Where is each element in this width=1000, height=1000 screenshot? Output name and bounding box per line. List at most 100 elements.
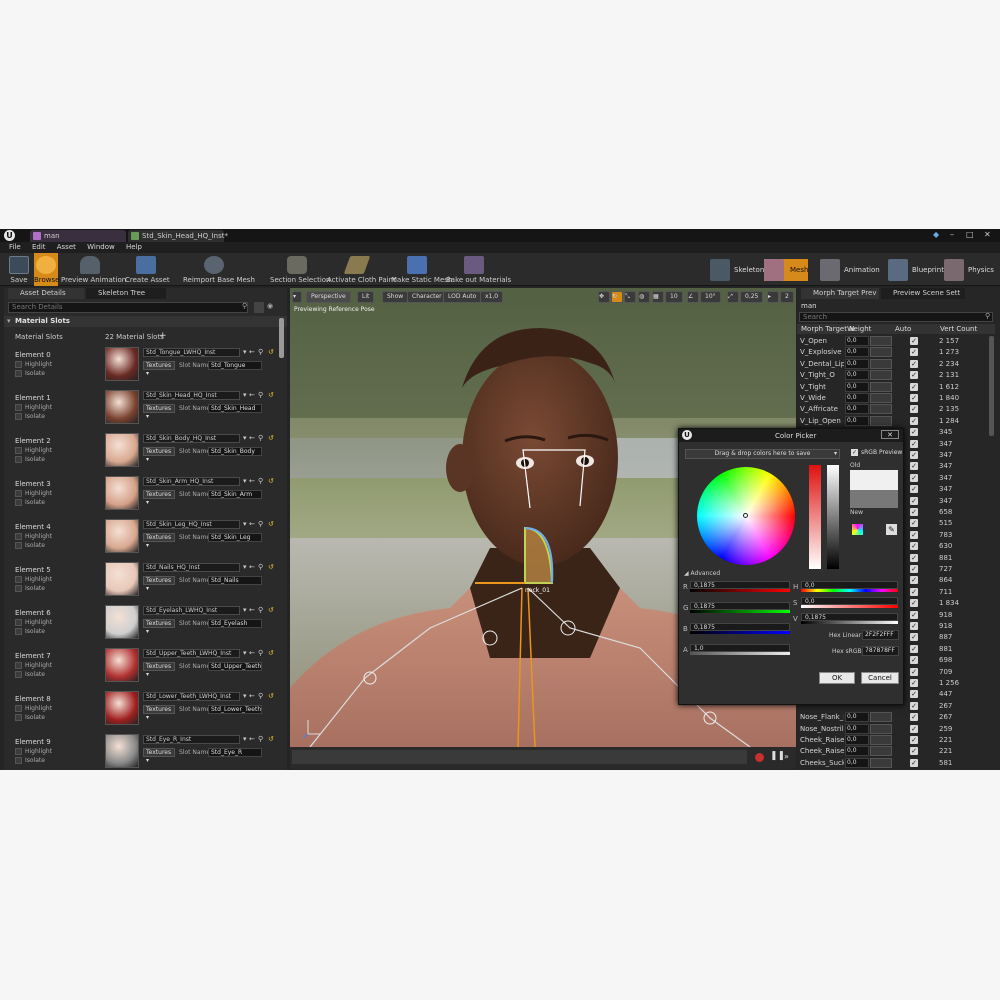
slot-name-input[interactable]: Std_Skin_Arm xyxy=(208,490,262,499)
pause-icon[interactable]: ❚❚ xyxy=(770,751,785,761)
menu-help[interactable]: Help xyxy=(126,243,142,251)
weight-slider[interactable] xyxy=(870,735,892,745)
chevron-down-icon[interactable]: ▾ xyxy=(243,477,247,485)
chevron-down-icon[interactable]: ▾ xyxy=(243,348,247,356)
hue-value-input[interactable]: 0,0 xyxy=(801,581,898,589)
auto-checkbox[interactable]: ✓ xyxy=(910,622,918,630)
auto-checkbox[interactable]: ✓ xyxy=(910,690,918,699)
auto-checkbox[interactable]: ✓ xyxy=(910,747,918,756)
menu-edit[interactable]: Edit xyxy=(32,243,46,251)
reset-icon[interactable]: ↺ xyxy=(268,735,274,743)
hue-channel[interactable]: H 0,0 xyxy=(793,581,899,593)
eye-icon[interactable]: ◉ xyxy=(267,302,273,310)
material-thumbnail[interactable] xyxy=(105,347,139,381)
lit-button[interactable]: Lit xyxy=(357,291,375,303)
morph-target-row[interactable]: Nose_Flank_R 0,0 ✓ 267 xyxy=(797,712,995,723)
scale-snap-icon[interactable]: ⤢ xyxy=(727,291,739,303)
close-icon[interactable]: ✕ xyxy=(984,230,991,239)
mode-animation[interactable]: Animation xyxy=(820,259,880,281)
weight-input[interactable]: 0,0 xyxy=(845,735,869,745)
morph-target-row[interactable]: V_Tight 0,0 ✓ 1 612 xyxy=(797,381,995,393)
textures-dropdown[interactable]: Textures ▾ xyxy=(143,361,175,377)
isolate-checkbox[interactable] xyxy=(15,456,22,463)
value-value-input[interactable]: 0,1875 xyxy=(801,613,898,621)
textures-dropdown[interactable]: Textures ▾ xyxy=(143,490,175,506)
auto-checkbox[interactable]: ✓ xyxy=(910,667,918,676)
auto-checkbox[interactable]: ✓ xyxy=(910,359,918,368)
auto-checkbox[interactable]: ✓ xyxy=(910,462,918,471)
morph-target-row[interactable]: Nose_Nostrils_F0,0 ✓ 259 xyxy=(797,723,995,735)
use-selected-arrow-icon[interactable]: ← xyxy=(249,434,255,442)
highlight-checkbox[interactable] xyxy=(15,447,22,454)
browse-search-icon[interactable]: ⚲ xyxy=(258,391,263,399)
world-space-icon[interactable]: ◍ xyxy=(638,291,650,303)
material-dropdown[interactable]: Std_Skin_Body_HQ_Inst xyxy=(143,434,240,443)
saturation-slider[interactable] xyxy=(809,465,821,569)
weight-input[interactable]: 0,0 xyxy=(845,757,869,768)
material-dropdown[interactable]: Std_Skin_Arm_HQ_Inst xyxy=(143,477,240,486)
show-button[interactable]: Show xyxy=(382,291,409,303)
auto-checkbox[interactable]: ✓ xyxy=(910,565,918,573)
auto-checkbox[interactable]: ✓ xyxy=(910,758,918,767)
advanced-toggle[interactable]: ◢ Advanced xyxy=(684,570,720,577)
slot-name-input[interactable]: Std_Eyelash xyxy=(208,619,262,628)
auto-checkbox[interactable]: ✓ xyxy=(910,473,918,482)
material-thumbnail[interactable] xyxy=(105,390,139,424)
highlight-checkbox[interactable] xyxy=(15,533,22,540)
highlight-checkbox[interactable] xyxy=(15,662,22,669)
make-static-mesh-button[interactable]: Make Static Mesh xyxy=(391,253,452,286)
weight-slider[interactable] xyxy=(870,712,892,723)
auto-checkbox[interactable]: ✓ xyxy=(910,679,918,687)
value-slider[interactable] xyxy=(827,465,839,569)
material-thumbnail[interactable] xyxy=(105,734,139,768)
auto-checkbox[interactable]: ✓ xyxy=(910,348,918,357)
slot-name-input[interactable]: Std_Tongue xyxy=(208,361,262,370)
use-selected-arrow-icon[interactable]: ← xyxy=(249,606,255,614)
slot-name-input[interactable]: Std_Skin_Leg xyxy=(208,533,262,542)
eyedropper-icon[interactable]: ✎ xyxy=(886,524,897,535)
weight-slider[interactable] xyxy=(870,381,892,392)
reimport-base-mesh-button[interactable]: Reimport Base Mesh xyxy=(183,253,255,286)
loop-icon[interactable]: » xyxy=(784,752,789,761)
camera-speed-button[interactable]: 2 xyxy=(780,291,794,303)
bake-out-materials-button[interactable]: Bake out Materials xyxy=(446,253,511,286)
rotate-icon[interactable]: ↻ xyxy=(611,291,623,303)
menu-asset[interactable]: Asset xyxy=(57,243,76,251)
scrollbar[interactable] xyxy=(279,318,284,358)
textures-dropdown[interactable]: Textures ▾ xyxy=(143,662,175,678)
use-selected-arrow-icon[interactable]: ← xyxy=(249,735,255,743)
chevron-down-icon[interactable]: ▾ xyxy=(243,563,247,571)
slot-name-input[interactable]: Std_Skin_Head xyxy=(208,404,262,413)
green-value-input[interactable]: 0,1875 xyxy=(690,602,790,610)
auto-checkbox[interactable]: ✓ xyxy=(910,428,918,437)
textures-dropdown[interactable]: Textures ▾ xyxy=(143,748,175,764)
hex-linear-input[interactable]: 2F2F2FFF xyxy=(862,630,899,640)
highlight-checkbox[interactable] xyxy=(15,705,22,712)
reset-icon[interactable]: ↺ xyxy=(268,649,274,657)
weight-input[interactable]: 0,0 xyxy=(845,347,869,358)
auto-checkbox[interactable]: ✓ xyxy=(910,553,918,562)
weight-input[interactable]: 0,0 xyxy=(845,746,869,757)
reset-icon[interactable]: ↺ xyxy=(268,348,274,356)
use-selected-arrow-icon[interactable]: ← xyxy=(249,477,255,485)
weight-input[interactable]: 0,0 xyxy=(845,712,869,723)
green-channel[interactable]: G 0,1875 xyxy=(683,602,791,614)
highlight-checkbox[interactable] xyxy=(15,490,22,497)
slot-name-input[interactable]: Std_Skin_Body xyxy=(208,447,262,456)
weight-slider[interactable] xyxy=(870,746,892,757)
save-button[interactable]: Save xyxy=(6,253,32,286)
cancel-button[interactable]: Cancel xyxy=(861,672,899,684)
material-dropdown[interactable]: Std_Upper_Teeth_LWHQ_Inst xyxy=(143,649,240,658)
color-wheel[interactable] xyxy=(697,467,795,565)
material-dropdown[interactable]: Std_Eye_R_Inst xyxy=(143,735,240,744)
reset-icon[interactable]: ↺ xyxy=(268,692,274,700)
view-options-icon[interactable] xyxy=(254,302,264,313)
grid-size-button[interactable]: 10 xyxy=(665,291,683,303)
weight-slider[interactable] xyxy=(870,358,892,369)
isolate-checkbox[interactable] xyxy=(15,585,22,592)
isolate-checkbox[interactable] xyxy=(15,542,22,549)
browse-search-icon[interactable]: ⚲ xyxy=(258,649,263,657)
browse-search-icon[interactable]: ⚲ xyxy=(258,606,263,614)
material-thumbnail[interactable] xyxy=(105,605,139,639)
material-dropdown[interactable]: Std_Skin_Leg_HQ_Inst xyxy=(143,520,240,529)
